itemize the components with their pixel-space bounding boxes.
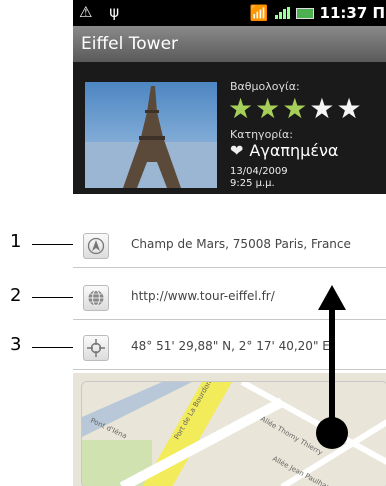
scroll-arrow-annotation <box>316 285 348 449</box>
